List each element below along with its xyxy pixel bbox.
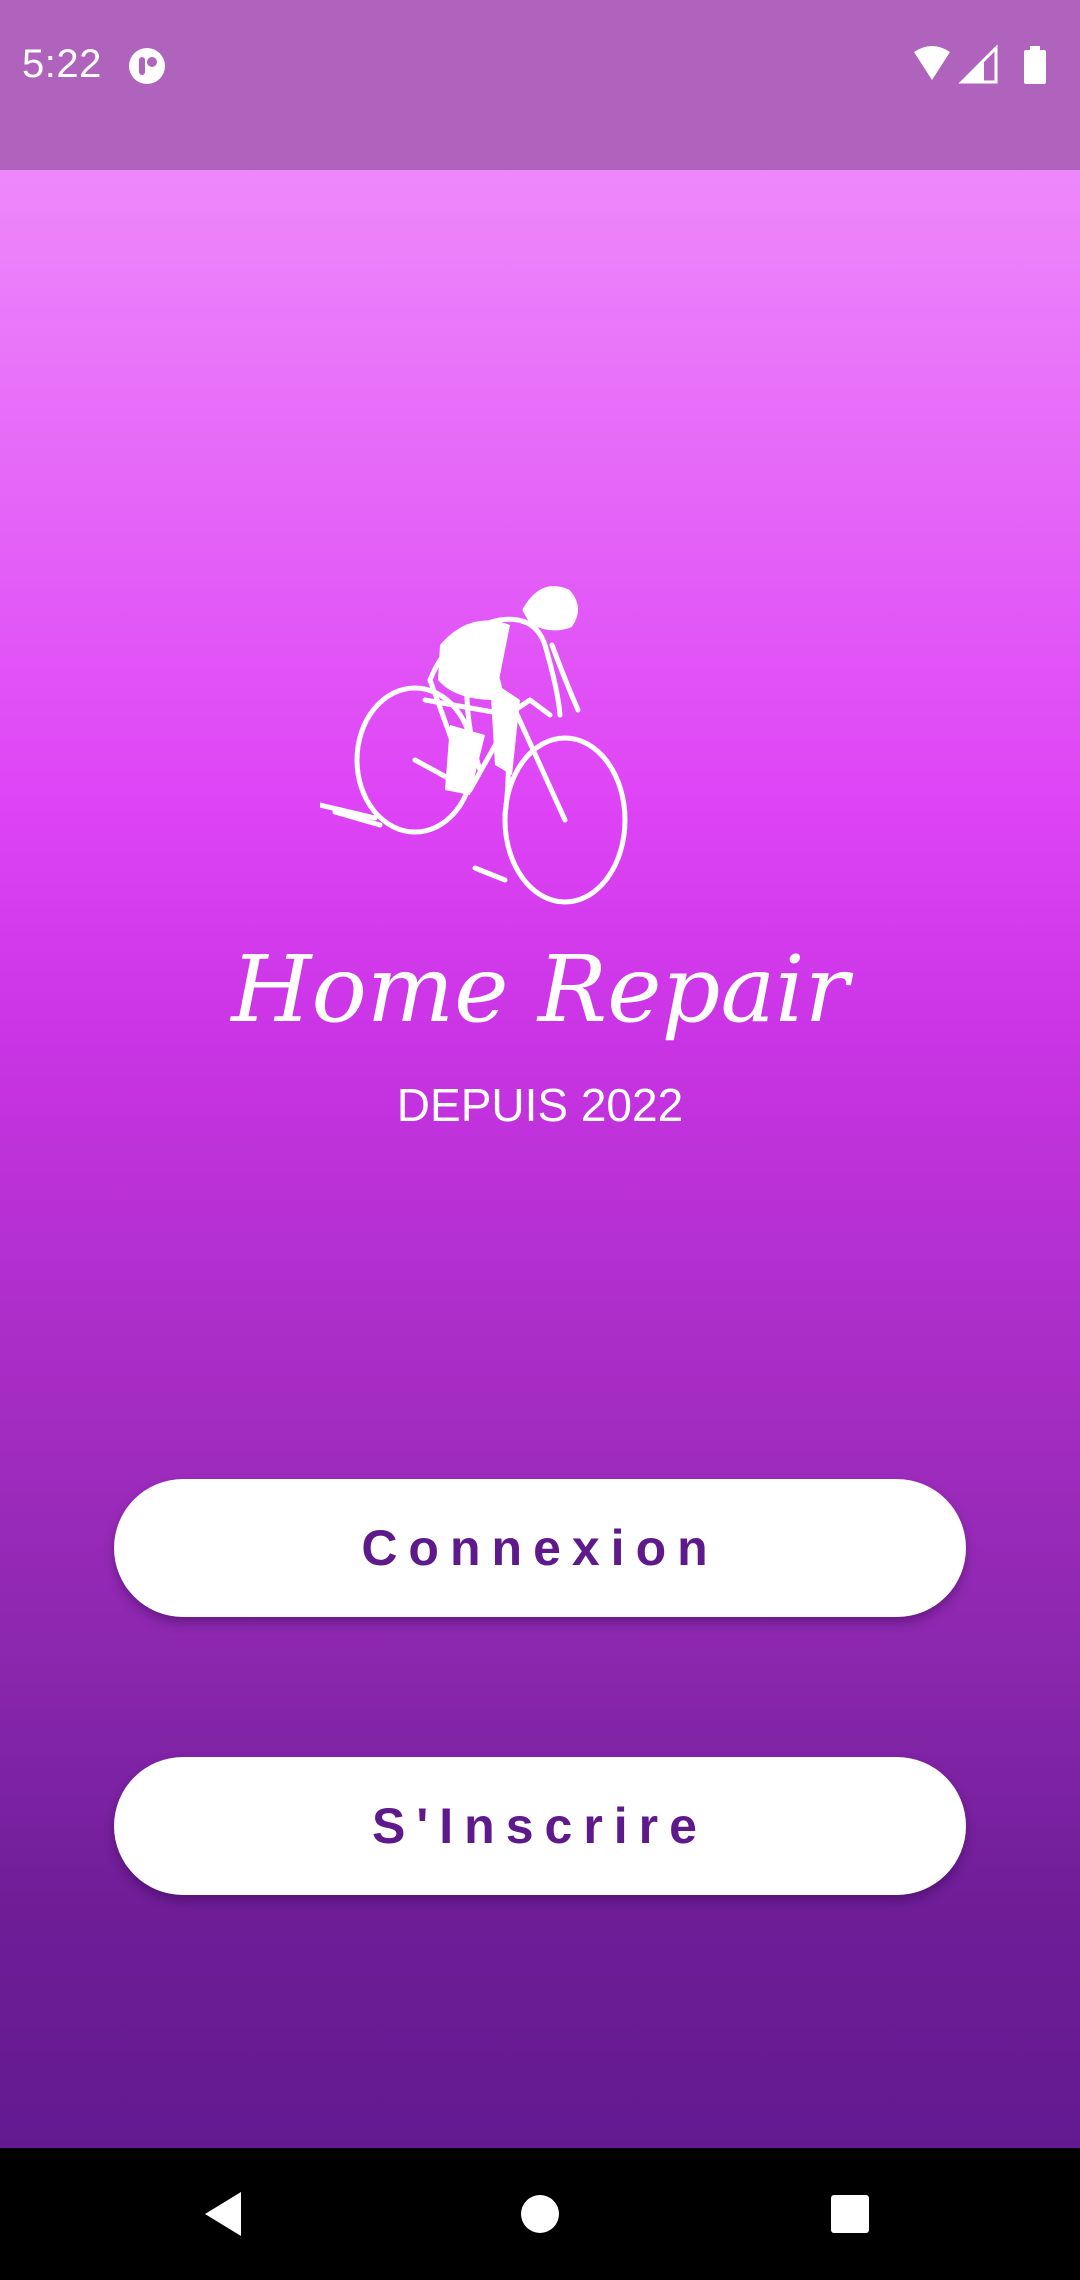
navigation-bar: [0, 2148, 1080, 2280]
signup-button[interactable]: S'Inscrire: [114, 1757, 966, 1895]
notification-app-icon: [129, 48, 165, 84]
home-icon[interactable]: [500, 2174, 580, 2254]
cell-signal-icon: [958, 44, 998, 84]
wifi-icon: [914, 46, 950, 80]
app-screen: 5:22 Home Repair DEPUIS 2022 Connexion S…: [0, 0, 1080, 2280]
login-button[interactable]: Connexion: [114, 1479, 966, 1617]
recents-icon[interactable]: [810, 2174, 890, 2254]
login-button-label: Connexion: [361, 1520, 719, 1576]
back-icon[interactable]: [185, 2174, 265, 2254]
brand-subtitle: DEPUIS 2022: [396, 1079, 684, 1131]
battery-icon: [1024, 46, 1046, 84]
cyclist-icon: [320, 586, 628, 905]
signup-button-label: S'Inscrire: [372, 1798, 708, 1854]
status-icons: [914, 44, 1046, 84]
status-bar: 5:22: [0, 0, 1080, 170]
brand-title: Home Repair: [231, 936, 849, 1043]
status-time: 5:22: [22, 42, 102, 86]
